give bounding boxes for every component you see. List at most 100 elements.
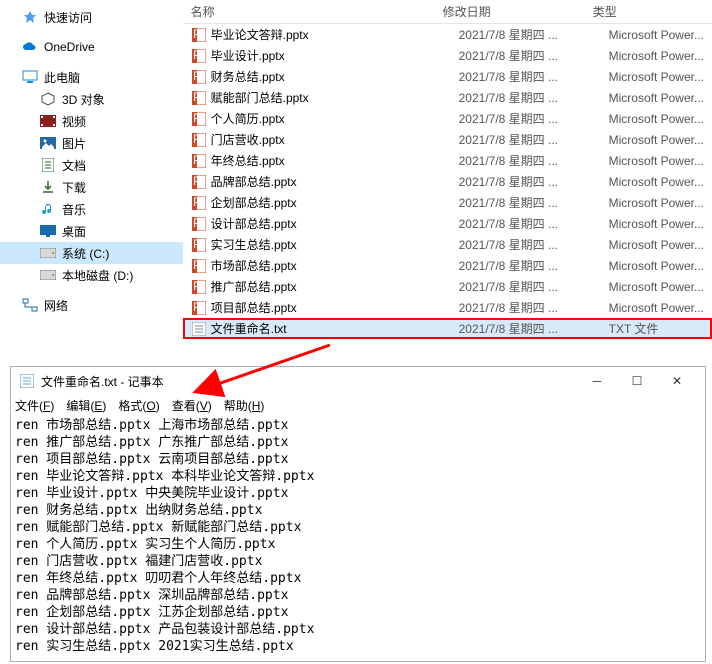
sidebar-item[interactable]: 系统 (C:) [0, 242, 183, 264]
video-icon [40, 113, 56, 129]
svg-text:P: P [193, 238, 201, 251]
list-header: 名称 修改日期 类型 [183, 0, 712, 24]
file-type: Microsoft Power... [609, 91, 712, 105]
svg-text:P: P [193, 259, 201, 272]
sidebar-item-label: 图片 [62, 135, 86, 152]
menu-item[interactable]: 格式(O) [118, 397, 159, 414]
sidebar-item-label: 快速访问 [44, 9, 92, 26]
sidebar-item-label: 系统 (C:) [62, 245, 109, 262]
ppt-icon: P [191, 48, 207, 64]
file-name: 推广部总结.pptx [211, 278, 459, 295]
svg-text:P: P [193, 112, 201, 125]
file-row[interactable]: P个人简历.pptx2021/7/8 星期四 ...Microsoft Powe… [183, 108, 712, 129]
sidebar-item[interactable]: 视频 [0, 110, 183, 132]
file-type: Microsoft Power... [609, 217, 712, 231]
file-row[interactable]: P 实习生总结.pptx2021/7/8 星期四 ...Microsoft Pow… [183, 234, 712, 255]
sidebar-item[interactable]: 网络 [0, 294, 183, 316]
sidebar-item[interactable]: 图片 [0, 132, 183, 154]
sidebar-item-label: 此电脑 [44, 69, 80, 86]
file-name: 实习生总结.pptx [211, 236, 459, 253]
ppt-icon: P [191, 132, 207, 148]
file-name: 项目部总结.pptx [211, 299, 459, 316]
file-date: 2021/7/8 星期四 ... [459, 110, 609, 127]
doc-icon [40, 157, 56, 173]
file-list: 名称 修改日期 类型 P毕业论文答辩.pptx2021/7/8 星期四 ...M… [183, 0, 712, 360]
sidebar-item[interactable]: OneDrive [0, 36, 183, 58]
file-date: 2021/7/8 星期四 ... [459, 257, 609, 274]
file-date: 2021/7/8 星期四 ... [459, 173, 609, 190]
file-date: 2021/7/8 星期四 ... [459, 26, 609, 43]
star-icon [22, 9, 38, 25]
ppt-icon: P [191, 237, 207, 253]
file-type: TXT 文件 [609, 320, 712, 337]
sidebar-item[interactable]: 快速访问 [0, 6, 183, 28]
menu-item[interactable]: 编辑(E) [66, 397, 106, 414]
sidebar-item-label: 桌面 [62, 223, 86, 240]
file-row[interactable]: P设计部总结.pptx2021/7/8 星期四 ...Microsoft Pow… [183, 213, 712, 234]
file-date: 2021/7/8 星期四 ... [459, 131, 609, 148]
column-type[interactable]: 类型 [593, 3, 712, 20]
file-name: 毕业论文答辩.pptx [211, 26, 459, 43]
ppt-icon: P [191, 27, 207, 43]
file-date: 2021/7/8 星期四 ... [459, 299, 609, 316]
notepad-icon [19, 373, 35, 389]
sidebar-item[interactable]: 3D 对象 [0, 88, 183, 110]
svg-text:P: P [193, 91, 201, 104]
file-type: Microsoft Power... [609, 133, 712, 147]
file-row[interactable]: P项目部总结.pptx2021/7/8 星期四 ...Microsoft Pow… [183, 297, 712, 318]
file-name: 赋能部门总结.pptx [211, 89, 459, 106]
sidebar-item[interactable]: 本地磁盘 (D:) [0, 264, 183, 286]
notepad-body[interactable]: ren 市场部总结.pptx 上海市场部总结.pptx ren 推广部总结.pp… [11, 415, 705, 657]
ppt-icon: P [191, 90, 207, 106]
column-date[interactable]: 修改日期 [443, 3, 593, 20]
sidebar-item[interactable]: 桌面 [0, 220, 183, 242]
file-date: 2021/7/8 星期四 ... [459, 152, 609, 169]
file-type: Microsoft Power... [609, 259, 712, 273]
menu-item[interactable]: 文件(F) [15, 397, 54, 414]
sidebar-item[interactable]: 下载 [0, 176, 183, 198]
file-row[interactable]: P企划部总结.pptx2021/7/8 星期四 ...Microsoft Pow… [183, 192, 712, 213]
sidebar-item-label: 视频 [62, 113, 86, 130]
column-name[interactable]: 名称 [183, 3, 443, 20]
notepad-titlebar[interactable]: 文件重命名.txt - 记事本 ─ ☐ ✕ [11, 367, 705, 395]
minimize-button[interactable]: ─ [577, 367, 617, 395]
file-name: 毕业设计.pptx [211, 47, 459, 64]
menu-item[interactable]: 查看(V) [172, 397, 212, 414]
sidebar-item[interactable]: 音乐 [0, 198, 183, 220]
file-type: Microsoft Power... [609, 154, 712, 168]
file-type: Microsoft Power... [609, 175, 712, 189]
sidebar-item-label: 网络 [44, 297, 68, 314]
file-row[interactable]: P财务总结.pptx2021/7/8 星期四 ...Microsoft Powe… [183, 66, 712, 87]
sidebar-item[interactable]: 此电脑 [0, 66, 183, 88]
file-name: 企划部总结.pptx [211, 194, 459, 211]
file-type: Microsoft Power... [609, 238, 712, 252]
file-date: 2021/7/8 星期四 ... [459, 215, 609, 232]
menu-item[interactable]: 帮助(H) [224, 397, 265, 414]
maximize-button[interactable]: ☐ [617, 367, 657, 395]
cloud-icon [22, 39, 38, 55]
file-row[interactable]: P推广部总结.pptx2021/7/8 星期四 ...Microsoft Pow… [183, 276, 712, 297]
svg-text:P: P [193, 133, 201, 146]
music-icon [40, 201, 56, 217]
sidebar-item[interactable]: 文档 [0, 154, 183, 176]
cube-icon [40, 91, 56, 107]
file-date: 2021/7/8 星期四 ... [459, 236, 609, 253]
close-button[interactable]: ✕ [657, 367, 697, 395]
file-row[interactable]: P毕业论文答辩.pptx2021/7/8 星期四 ...Microsoft Po… [183, 24, 712, 45]
network-icon [22, 297, 38, 313]
download-icon [40, 179, 56, 195]
file-row[interactable]: P市场部总结.pptx2021/7/8 星期四 ...Microsoft Pow… [183, 255, 712, 276]
file-row[interactable]: P 赋能部门总结.pptx2021/7/8 星期四 ...Microsoft Po… [183, 87, 712, 108]
sidebar-item-label: 下载 [62, 179, 86, 196]
file-date: 2021/7/8 星期四 ... [459, 89, 609, 106]
file-row[interactable]: 文件重命名.txt2021/7/8 星期四 ...TXT 文件 [183, 318, 712, 339]
file-row[interactable]: P门店营收.pptx2021/7/8 星期四 ...Microsoft Powe… [183, 129, 712, 150]
sidebar-item-label: 音乐 [62, 201, 86, 218]
notepad-menu: 文件(F) 编辑(E) 格式(O) 查看(V) 帮助(H) [11, 395, 705, 415]
file-row[interactable]: P年终总结.pptx2021/7/8 星期四 ...Microsoft Powe… [183, 150, 712, 171]
notepad-title: 文件重命名.txt - 记事本 [41, 373, 577, 390]
ppt-icon: P [191, 258, 207, 274]
file-row[interactable]: P毕业设计.pptx2021/7/8 星期四 ...Microsoft Powe… [183, 45, 712, 66]
file-row[interactable]: P品牌部总结.pptx2021/7/8 星期四 ...Microsoft Pow… [183, 171, 712, 192]
pc-icon [22, 69, 38, 85]
